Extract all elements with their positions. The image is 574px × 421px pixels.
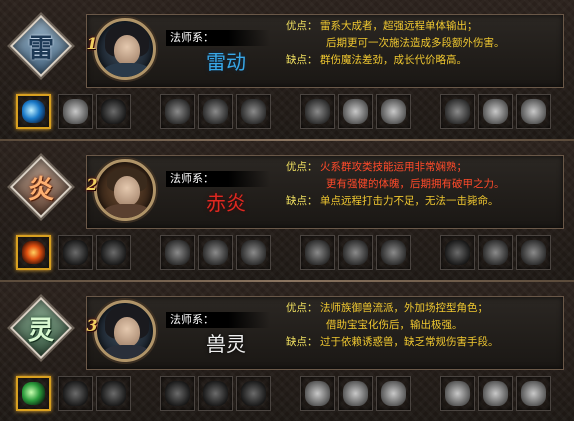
vortex-icon[interactable] xyxy=(516,376,551,411)
pros-label: 优点： xyxy=(286,302,318,314)
lightning-bolt-icon[interactable] xyxy=(96,94,131,129)
cons-text: 单点远程打击力不足，无法一击毙命。 xyxy=(320,195,499,207)
meteor-icon[interactable] xyxy=(376,235,411,270)
meteor-icon[interactable] xyxy=(300,235,335,270)
beast-head-icon[interactable] xyxy=(236,376,271,411)
explosion-icon[interactable] xyxy=(198,235,233,270)
element-emblem: 炎 xyxy=(9,155,73,219)
vortex-icon[interactable] xyxy=(440,376,475,411)
pros-text-2: 更有强健的体魄，后期拥有破甲之力。 xyxy=(326,178,505,190)
pros-text-2: 借助宝宝化伤后，输出极强。 xyxy=(326,319,463,331)
character-portrait[interactable] xyxy=(94,159,156,221)
cons-text: 过于依赖诱惑兽，缺乏常规伤害手段。 xyxy=(320,336,499,348)
cons-line: 缺点： 过于依赖诱惑兽，缺乏常规伤害手段。 xyxy=(278,334,556,351)
class-name: 兽灵 xyxy=(206,332,246,356)
class-name: 赤炎 xyxy=(206,191,246,215)
beast-head-icon[interactable] xyxy=(198,376,233,411)
class-description: 优点： 法师族御兽流派，外加场控型角色； 借助宝宝化伤后，输出极强。 缺点： 过… xyxy=(278,300,556,366)
cons-label: 缺点： xyxy=(286,54,318,66)
thunder-rune-icon[interactable] xyxy=(478,94,513,129)
storm-icon[interactable] xyxy=(236,94,271,129)
cons-line: 缺点： 群伤魔法差劲，成长代价略高。 xyxy=(278,52,556,69)
pros-text: 火系群攻类技能运用非常娴熟； xyxy=(320,161,467,173)
pros-label: 优点： xyxy=(286,161,318,173)
pros-line-continued: 借助宝宝化伤后，输出极强。 xyxy=(278,317,556,334)
vortex-icon[interactable] xyxy=(478,376,513,411)
character-portrait[interactable] xyxy=(94,18,156,80)
class-card-beast: 灵 3 法师系： 兽灵 优点： 法师族御兽流派，外加场控型角色； 借助宝宝化伤后… xyxy=(0,282,574,421)
spirit-swirl-icon[interactable] xyxy=(300,376,335,411)
flame-icon[interactable] xyxy=(516,235,551,270)
class-description: 优点： 雷系大成者，超强远程单体输出； 后期更可一次施法造成多段额外伤害。 缺点… xyxy=(278,18,556,84)
element-emblem: 雷 xyxy=(9,14,73,78)
class-card-lightning: 雷 1 法师系： 雷动 优点： 雷系大成者，超强远程单体输出； 后期更可一次施法… xyxy=(0,0,574,140)
spirit-swirl-icon[interactable] xyxy=(338,376,373,411)
cons-label: 缺点： xyxy=(286,336,318,348)
explosion-icon[interactable] xyxy=(160,235,195,270)
flame-icon[interactable] xyxy=(478,235,513,270)
pros-line: 优点： 火系群攻类技能运用非常娴熟； xyxy=(278,159,556,176)
pros-line-continued: 更有强健的体魄，后期拥有破甲之力。 xyxy=(278,176,556,193)
fire-ring-icon[interactable] xyxy=(96,235,131,270)
cons-label: 缺点： xyxy=(286,195,318,207)
portrait-face xyxy=(114,317,140,347)
fire-ring-icon[interactable] xyxy=(58,235,93,270)
spirit-swirl-icon[interactable] xyxy=(376,376,411,411)
pros-line-continued: 后期更可一次施法造成多段额外伤害。 xyxy=(278,35,556,52)
emblem-glyph: 雷 xyxy=(27,33,54,64)
school-label: 法师系： xyxy=(166,30,270,46)
lightning-bolt-icon[interactable] xyxy=(58,94,93,129)
skill-icon-row xyxy=(16,376,574,416)
beast-head-icon[interactable] xyxy=(160,376,195,411)
rank-badge: 2 xyxy=(83,173,101,195)
explosion-icon[interactable] xyxy=(236,235,271,270)
storm-icon[interactable] xyxy=(160,94,195,129)
pros-text: 法师族御兽流派，外加场控型角色； xyxy=(320,302,488,314)
skill-icon-row xyxy=(16,94,574,134)
pros-line: 优点： 雷系大成者，超强远程单体输出； xyxy=(278,18,556,35)
flame-icon[interactable] xyxy=(440,235,475,270)
emblem-glyph: 灵 xyxy=(27,315,54,346)
pros-line: 优点： 法师族御兽流派，外加场控型角色； xyxy=(278,300,556,317)
pros-label: 优点： xyxy=(286,20,318,32)
beast-claw-active-icon[interactable] xyxy=(16,376,51,411)
beast-claw-icon[interactable] xyxy=(96,376,131,411)
cons-line: 缺点： 单点远程打击力不足，无法一击毙命。 xyxy=(278,193,556,210)
pros-text: 雷系大成者，超强远程单体输出； xyxy=(320,20,478,32)
portrait-face xyxy=(114,35,140,65)
school-label: 法师系： xyxy=(166,312,270,328)
element-emblem: 灵 xyxy=(9,296,73,360)
emblem-glyph: 炎 xyxy=(27,174,54,205)
school-label: 法师系： xyxy=(166,171,270,187)
cloud-strike-icon[interactable] xyxy=(376,94,411,129)
class-name: 雷动 xyxy=(206,50,246,74)
thunder-rune-icon[interactable] xyxy=(516,94,551,129)
fire-ring-active-icon[interactable] xyxy=(16,235,51,270)
thunder-rune-icon[interactable] xyxy=(440,94,475,129)
meteor-icon[interactable] xyxy=(338,235,373,270)
cloud-strike-icon[interactable] xyxy=(338,94,373,129)
rank-badge: 3 xyxy=(83,314,101,336)
portrait-face xyxy=(114,176,140,206)
beast-claw-icon[interactable] xyxy=(58,376,93,411)
skill-icon-row xyxy=(16,235,574,275)
storm-icon[interactable] xyxy=(198,94,233,129)
class-card-fire: 炎 2 法师系： 赤炎 优点： 火系群攻类技能运用非常娴熟； 更有强健的体魄，后… xyxy=(0,141,574,281)
pros-text-2: 后期更可一次施法造成多段额外伤害。 xyxy=(326,37,505,49)
class-description: 优点： 火系群攻类技能运用非常娴熟； 更有强健的体魄，后期拥有破甲之力。 缺点：… xyxy=(278,159,556,225)
cons-text: 群伤魔法差劲，成长代价略高。 xyxy=(320,54,467,66)
character-portrait[interactable] xyxy=(94,300,156,362)
cloud-strike-icon[interactable] xyxy=(300,94,335,129)
lightning-active-icon[interactable] xyxy=(16,94,51,129)
rank-badge: 1 xyxy=(83,32,101,54)
